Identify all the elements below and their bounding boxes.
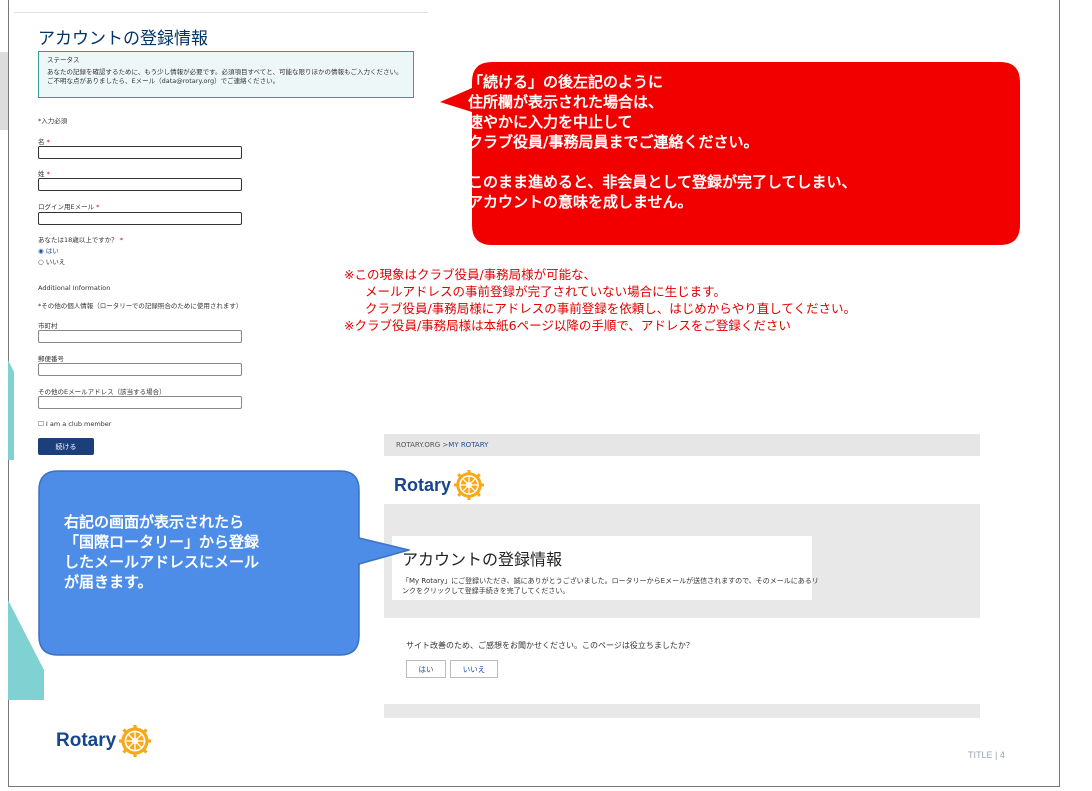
postal-label: 郵便番号 xyxy=(38,355,64,363)
club-member-label: I am a club member xyxy=(45,420,112,428)
feedback-question: サイト改善のため、ご感想をお聞かせください。このページは役立ちましたか？ xyxy=(406,641,694,650)
form-title: アカウントの登録情報 xyxy=(38,29,208,49)
login-email-label: ログイン用Eメール * xyxy=(38,201,99,211)
info-line-1: 右記の画面が表示されたら xyxy=(64,513,245,531)
status-title: ステータス xyxy=(47,56,80,64)
status-text: あなたの記録を確認するために、もう少し情報が必要です。必須項目すべてと、可能な限… xyxy=(47,68,403,85)
required-star: * xyxy=(46,138,50,146)
other-email-input[interactable] xyxy=(38,396,242,409)
age-yes-label: はい xyxy=(45,247,59,255)
info-callout-text: 右記の画面が表示されたら 「国際ロータリー」から登録 したメールアドレスにメール… xyxy=(64,512,354,592)
feedback-yes-button[interactable]: はい xyxy=(406,660,446,678)
club-member-checkbox[interactable]: ☐ I am a club member xyxy=(38,420,111,428)
first-name-label: 名 * xyxy=(38,136,50,146)
other-email-label: その他のEメールアドレス（該当する場合） xyxy=(38,388,166,396)
age-no-radio[interactable]: ○ いいえ xyxy=(38,256,65,266)
info-line-2: 「国際ロータリー」から登録 xyxy=(64,533,260,551)
footer-rotary-wheel-icon xyxy=(119,725,152,757)
status-box: ステータス あなたの記録を確認するために、もう少し情報が必要です。必須項目すべて… xyxy=(38,51,414,98)
city-input[interactable] xyxy=(38,330,242,343)
first-name-input[interactable] xyxy=(38,146,242,159)
left-edge-bar xyxy=(0,52,8,130)
additional-info-heading: Additional Information xyxy=(38,284,111,292)
warning-line-1: 「続ける」の後左記のように xyxy=(468,73,664,91)
age-question-text: あなたは18歳以上ですか？ xyxy=(38,236,118,244)
additional-info-note: *その他の個人情報（ロータリーでの記録照合のために使用されます） xyxy=(38,302,243,310)
breadcrumb-root[interactable]: ROTARY.ORG > xyxy=(396,441,448,449)
rotary-wheel-icon xyxy=(454,470,485,500)
warning-line-4: クラブ役員/事務局員までご連絡ください。 xyxy=(468,133,759,151)
continue-button[interactable]: 続ける xyxy=(38,438,94,455)
city-label: 市町村 xyxy=(38,322,58,330)
last-name-input[interactable] xyxy=(38,178,242,191)
info-line-3: したメールアドレスにメール xyxy=(64,553,260,571)
form-top-rule xyxy=(14,12,428,13)
registration-complete-body: 「My Rotary」にご登録いただき、誠にありがとうございました。ロータリーか… xyxy=(402,577,819,595)
age-yes-radio[interactable]: ◉ はい xyxy=(38,245,59,255)
page-label: TITLE | 4 xyxy=(968,750,1005,760)
last-name-label-text: 姓 xyxy=(38,170,45,178)
registration-complete-title: アカウントの登録情報 xyxy=(402,550,563,569)
note-line-1: ※この現象はクラブ役員/事務局様が可能な、 xyxy=(344,267,597,282)
age-no-label: いいえ xyxy=(45,258,66,266)
login-email-label-text: ログイン用Eメール xyxy=(38,203,95,211)
breadcrumb-current[interactable]: MY ROTARY xyxy=(448,441,488,449)
age-question: あなたは18歳以上ですか？ * xyxy=(38,234,123,244)
note-line-3: クラブ役員/事務局様にアドレスの事前登録を依頼し、はじめからやり直してください。 xyxy=(365,301,856,316)
required-star: * xyxy=(119,236,124,244)
footer-rotary-logo: Rotary xyxy=(56,725,152,757)
first-name-label-text: 名 xyxy=(38,138,45,146)
breadcrumb: ROTARY.ORG > MY ROTARY xyxy=(384,434,980,456)
warning-line-5: このまま進めると、非会員として登録が完了してしまい、 xyxy=(468,173,857,191)
confirmation-screenshot: ROTARY.ORG > MY ROTARY Rotary アカウントの登録情報… xyxy=(384,434,980,718)
last-name-label: 姓 * xyxy=(38,168,50,178)
warning-line-3: 速やかに入力を中止して xyxy=(468,113,633,131)
warning-line-2: 住所欄が表示された場合は、 xyxy=(468,93,664,111)
info-line-4: が届きます。 xyxy=(64,573,153,591)
warning-gap xyxy=(468,152,1018,172)
note-line-4: ※クラブ役員/事務局様は本紙6ページ以降の手順で、アドレスをご登録ください xyxy=(344,318,791,333)
required-note: *入力必須 xyxy=(38,117,68,125)
note-line-2: メールアドレスの事前登録が完了されていない場合に生じます。 xyxy=(365,284,726,299)
red-notes: ※この現象はクラブ役員/事務局様が可能な、 メールアドレスの事前登録が完了されて… xyxy=(344,266,1056,334)
feedback-no-button[interactable]: いいえ xyxy=(450,660,498,678)
warning-line-6: アカウントの意味を成しません。 xyxy=(468,193,693,211)
required-star: * xyxy=(46,170,50,178)
login-email-input[interactable] xyxy=(38,212,242,225)
postal-input[interactable] xyxy=(38,363,242,376)
warning-callout-text: 「続ける」の後左記のように 住所欄が表示された場合は、 速やかに入力を中止して … xyxy=(468,72,1018,212)
footer-logo-text: Rotary xyxy=(56,730,117,751)
required-star: * xyxy=(96,203,100,211)
